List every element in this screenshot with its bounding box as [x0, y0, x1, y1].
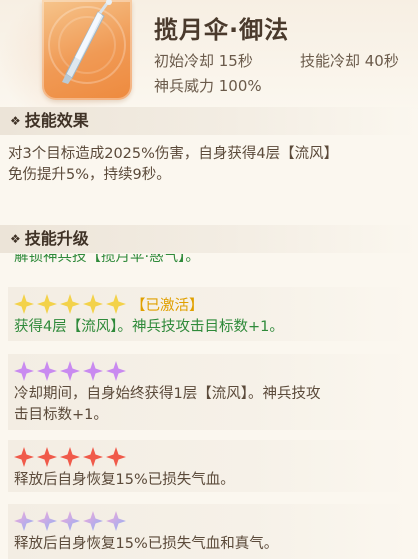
star-icon — [60, 511, 80, 531]
star-icon — [83, 511, 103, 531]
effect-line-1: 对3个目标造成2025%伤害，自身获得4层【流风】 — [8, 146, 339, 162]
upgrade-list[interactable]: 解锁神兵技【揽月伞·惑气】。 【已激活】 获得4层【流风】。神兵技攻击目标数+1… — [0, 254, 418, 559]
diamond-icon: ❖ — [10, 232, 21, 246]
initial-cooldown: 初始冷却 15秒 — [154, 52, 253, 70]
star-icon — [83, 447, 103, 467]
skill-upgrade-title: 技能升级 — [24, 229, 89, 248]
skill-cooldown: 技能冷却 40秒 — [300, 52, 399, 70]
star-rating — [14, 360, 404, 382]
star-icon — [37, 511, 57, 531]
star-icon — [14, 511, 34, 531]
star-icon — [14, 447, 34, 467]
skill-effect-title: 技能效果 — [24, 111, 89, 130]
effect-line-2: 免伤提升5%，持续9秒。 — [8, 167, 171, 183]
star-icon — [37, 294, 57, 314]
star-icon — [14, 361, 34, 381]
diamond-icon: ❖ — [10, 114, 21, 128]
star-icon — [83, 294, 103, 314]
activated-badge: 【已激活】 — [131, 297, 204, 314]
upgrade-card-4: 释放后自身恢复15%已损失气血和真气。 — [8, 504, 410, 559]
star-icon — [106, 447, 126, 467]
star-rating: 【已激活】 — [14, 293, 404, 315]
star-icon — [106, 511, 126, 531]
skill-title: 揽月伞·御法 — [154, 16, 290, 44]
star-icon — [60, 361, 80, 381]
upgrade-1-text: 获得4层【流风】。神兵技攻击目标数+1。 — [14, 319, 284, 335]
upgrade-3-text: 释放后自身恢复15%已损失气血。 — [14, 472, 235, 488]
star-rating — [14, 510, 404, 532]
star-rating — [14, 446, 404, 468]
umbrella-icon — [42, 0, 132, 100]
skill-upgrade-header: ❖ 技能升级 — [0, 225, 418, 253]
star-icon — [83, 361, 103, 381]
star-icon — [37, 447, 57, 467]
upgrade-4-text: 释放后自身恢复15%已损失气血和真气。 — [14, 536, 279, 552]
star-icon — [60, 447, 80, 467]
star-icon — [37, 361, 57, 381]
upgrade-2-text-line-2: 击目标数+1。 — [14, 407, 108, 423]
star-icon — [14, 294, 34, 314]
skill-effect-description: 对3个目标造成2025%伤害，自身获得4层【流风】 免伤提升5%，持续9秒。 — [8, 144, 408, 186]
skill-effect-header: ❖ 技能效果 — [0, 107, 418, 135]
upgrade-card-3: 释放后自身恢复15%已损失气血。 — [8, 440, 410, 492]
star-icon — [106, 294, 126, 314]
upgrade-card-2: 冷却期间，自身始终获得1层【流风】。神兵技攻 击目标数+1。 — [8, 354, 410, 430]
partially-hidden-upgrade-text: 解锁神兵技【揽月伞·惑气】。 — [14, 254, 200, 265]
weapon-power: 神兵威力 100% — [154, 77, 262, 95]
upgrade-2-text-line-1: 冷却期间，自身始终获得1层【流风】。神兵技攻 — [14, 386, 321, 402]
star-icon — [60, 294, 80, 314]
star-icon — [106, 361, 126, 381]
upgrade-card-1: 【已激活】 获得4层【流风】。神兵技攻击目标数+1。 — [8, 287, 410, 341]
